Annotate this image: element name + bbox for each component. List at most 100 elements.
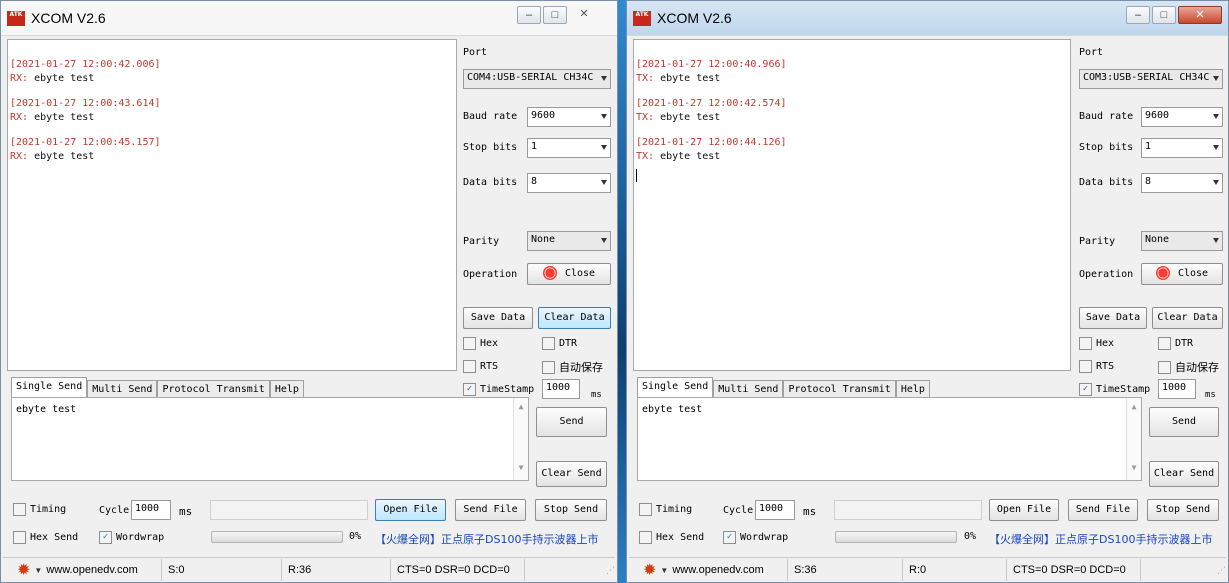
rts-checkbox[interactable]: RTS — [1079, 360, 1114, 373]
tab-single-send[interactable]: Single Send — [11, 377, 88, 397]
timestamp-interval-input[interactable]: 1000 — [542, 379, 580, 399]
checkbox-box[interactable] — [542, 360, 555, 374]
receive-area[interactable]: [2021-01-27 12:00:40.966] TX: ebyte test… — [633, 39, 1071, 371]
tab-help[interactable]: Help — [895, 380, 930, 397]
baud-select[interactable]: 9600 — [527, 107, 611, 127]
send-input[interactable]: ebyte test ▲ ▼ — [11, 397, 529, 481]
checkbox-box[interactable] — [13, 531, 26, 544]
minimize-button[interactable]: – — [517, 6, 541, 24]
checkmark-icon[interactable]: ✓ — [463, 383, 476, 396]
chevron-down-icon[interactable]: ▼ — [34, 566, 42, 575]
file-path-field[interactable] — [210, 500, 368, 520]
status-url[interactable]: www.openedv.com — [672, 564, 764, 576]
timing-checkbox[interactable]: Timing — [639, 503, 692, 516]
send-button[interactable]: Send — [536, 407, 607, 437]
cycle-input[interactable]: 1000 — [755, 500, 795, 520]
scroll-up-icon[interactable]: ▲ — [1127, 402, 1141, 411]
parity-select[interactable]: None — [527, 231, 611, 251]
save-data-button[interactable]: Save Data — [463, 307, 533, 329]
checkmark-icon[interactable]: ✓ — [99, 531, 112, 544]
data-bits-select[interactable]: 8 — [527, 173, 611, 193]
clear-data-button[interactable]: Clear Data — [1152, 307, 1223, 329]
wordwrap-checkbox[interactable]: ✓ Wordwrap — [99, 531, 164, 544]
gear-icon[interactable]: ✹ — [17, 560, 30, 580]
tab-single-send[interactable]: Single Send — [637, 377, 714, 397]
file-path-field[interactable] — [834, 500, 982, 520]
tab-help[interactable]: Help — [269, 380, 304, 397]
dtr-checkbox[interactable]: DTR — [1158, 337, 1193, 350]
checkbox-box[interactable] — [639, 531, 652, 544]
scroll-down-icon[interactable]: ▼ — [1127, 463, 1141, 472]
advert-link[interactable]: 【火爆全网】正点原子DS100手持示波器上市 — [375, 531, 598, 547]
maximize-button[interactable]: □ — [543, 6, 567, 24]
open-close-port-button[interactable]: Close — [1141, 263, 1223, 285]
chevron-down-icon[interactable]: ▼ — [660, 566, 668, 575]
open-close-port-button[interactable]: Close — [527, 263, 611, 285]
title-bar[interactable]: ATK XCOM V2.6 – □ ✕ — [1, 1, 617, 36]
wordwrap-checkbox[interactable]: ✓ Wordwrap — [723, 531, 788, 544]
rts-checkbox[interactable]: RTS — [463, 360, 498, 373]
send-input[interactable]: ebyte test ▲ ▼ — [637, 397, 1142, 481]
scroll-up-icon[interactable]: ▲ — [514, 402, 528, 411]
status-url-cell[interactable]: ✹ ▼ www.openedv.com — [3, 559, 162, 581]
clear-send-button[interactable]: Clear Send — [1149, 461, 1219, 487]
checkbox-box[interactable] — [542, 337, 555, 350]
hex-send-checkbox[interactable]: Hex Send — [13, 531, 78, 544]
stop-bits-select[interactable]: 1 — [1141, 138, 1223, 158]
tab-protocol-transmit[interactable]: Protocol Transmit — [783, 380, 896, 397]
open-file-button[interactable]: Open File — [375, 499, 446, 521]
close-window-button[interactable]: ✕ — [1178, 6, 1222, 24]
hex-send-checkbox[interactable]: Hex Send — [639, 531, 704, 544]
checkbox-box[interactable] — [1158, 337, 1171, 350]
checkbox-box[interactable] — [1079, 360, 1092, 373]
open-file-button[interactable]: Open File — [989, 499, 1059, 521]
gear-icon[interactable]: ✹ — [643, 560, 656, 580]
send-button[interactable]: Send — [1149, 407, 1219, 437]
send-file-button[interactable]: Send File — [1068, 499, 1138, 521]
resize-grip-icon[interactable]: ⋰ — [1217, 565, 1226, 576]
checkbox-box[interactable] — [1158, 360, 1171, 374]
autosave-checkbox[interactable]: 自动保存 — [542, 359, 603, 375]
status-url-cell[interactable]: ✹ ▼ www.openedv.com — [629, 559, 788, 581]
port-select[interactable]: COM3:USB-SERIAL CH34C — [1079, 69, 1223, 89]
stop-bits-select[interactable]: 1 — [527, 138, 611, 158]
maximize-button[interactable]: □ — [1152, 6, 1176, 24]
tab-protocol-transmit[interactable]: Protocol Transmit — [157, 380, 270, 397]
port-select[interactable]: COM4:USB-SERIAL CH34C — [463, 69, 611, 89]
timestamp-checkbox[interactable]: ✓ TimeStamp — [1079, 383, 1150, 396]
checkbox-box[interactable] — [463, 337, 476, 350]
hex-display-checkbox[interactable]: Hex — [1079, 337, 1114, 350]
data-bits-select[interactable]: 8 — [1141, 173, 1223, 193]
parity-select[interactable]: None — [1141, 231, 1223, 251]
clear-send-button[interactable]: Clear Send — [536, 461, 607, 487]
hex-display-checkbox[interactable]: Hex — [463, 337, 498, 350]
title-bar[interactable]: ATK XCOM V2.6 – □ ✕ — [627, 1, 1228, 36]
stop-send-button[interactable]: Stop Send — [1147, 499, 1219, 521]
dtr-checkbox[interactable]: DTR — [542, 337, 577, 350]
close-window-button[interactable]: ✕ — [569, 6, 599, 24]
resize-grip-icon[interactable]: ⋰ — [606, 565, 615, 576]
advert-link[interactable]: 【火爆全网】正点原子DS100手持示波器上市 — [989, 531, 1212, 547]
send-file-button[interactable]: Send File — [455, 499, 526, 521]
receive-area[interactable]: [2021-01-27 12:00:42.006] RX: ebyte test… — [7, 39, 457, 371]
checkmark-icon[interactable]: ✓ — [723, 531, 736, 544]
stop-send-button[interactable]: Stop Send — [535, 499, 607, 521]
timestamp-checkbox[interactable]: ✓ TimeStamp — [463, 383, 534, 396]
cycle-input[interactable]: 1000 — [131, 500, 171, 520]
minimize-button[interactable]: – — [1126, 6, 1150, 24]
checkbox-box[interactable] — [1079, 337, 1092, 350]
save-data-button[interactable]: Save Data — [1079, 307, 1147, 329]
checkbox-box[interactable] — [639, 503, 652, 516]
timestamp-interval-input[interactable]: 1000 — [1158, 379, 1196, 399]
baud-select[interactable]: 9600 — [1141, 107, 1223, 127]
tab-multi-send[interactable]: Multi Send — [87, 380, 158, 397]
checkbox-box[interactable] — [463, 360, 476, 373]
send-scrollbar[interactable]: ▲ ▼ — [513, 398, 528, 480]
status-url[interactable]: www.openedv.com — [46, 564, 138, 576]
send-scrollbar[interactable]: ▲ ▼ — [1126, 398, 1141, 480]
tab-multi-send[interactable]: Multi Send — [713, 380, 784, 397]
autosave-checkbox[interactable]: 自动保存 — [1158, 359, 1219, 375]
checkbox-box[interactable] — [13, 503, 26, 516]
timing-checkbox[interactable]: Timing — [13, 503, 66, 516]
clear-data-button[interactable]: Clear Data — [538, 307, 611, 329]
